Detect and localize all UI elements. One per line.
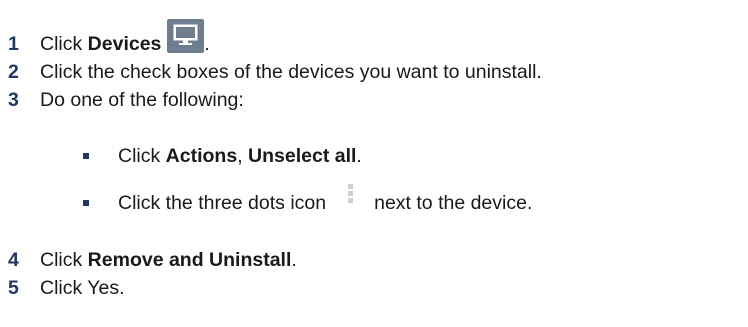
step-number: 3 (8, 88, 19, 111)
substep-three-dots: Click the three dots icon next to the de… (83, 184, 533, 217)
step-1: 1 Click Devices . (0, 19, 210, 58)
step-text-end: . (204, 32, 210, 55)
step-2: 2 Click the check boxes of the devices y… (0, 58, 542, 86)
substep-text: Click Actions, Unselect all. (118, 144, 362, 167)
substep-actions: Click Actions, Unselect all. (83, 142, 362, 170)
substep-text: Click the three dots icon (118, 191, 327, 214)
step-number: 4 (8, 248, 19, 271)
three-dots-icon (348, 184, 354, 206)
step-text: Do one of the following: (40, 88, 244, 111)
step-text: Click Remove and Uninstall. (40, 248, 297, 271)
monitor-icon (167, 19, 205, 53)
step-4: 4 Click Remove and Uninstall. (0, 246, 297, 274)
step-text: Click Yes. (40, 276, 125, 299)
step-text: Click Devices (40, 32, 162, 55)
step-5: 5 Click Yes. (0, 274, 125, 302)
step-number: 1 (8, 32, 19, 55)
step-number: 2 (8, 60, 19, 83)
substep-text-end: next to the device. (374, 191, 533, 214)
bullet (83, 153, 89, 159)
step-text: Click the check boxes of the devices you… (40, 60, 542, 83)
step-3: 3 Do one of the following: (0, 86, 244, 114)
step-number: 5 (8, 276, 19, 299)
bullet (83, 200, 89, 206)
